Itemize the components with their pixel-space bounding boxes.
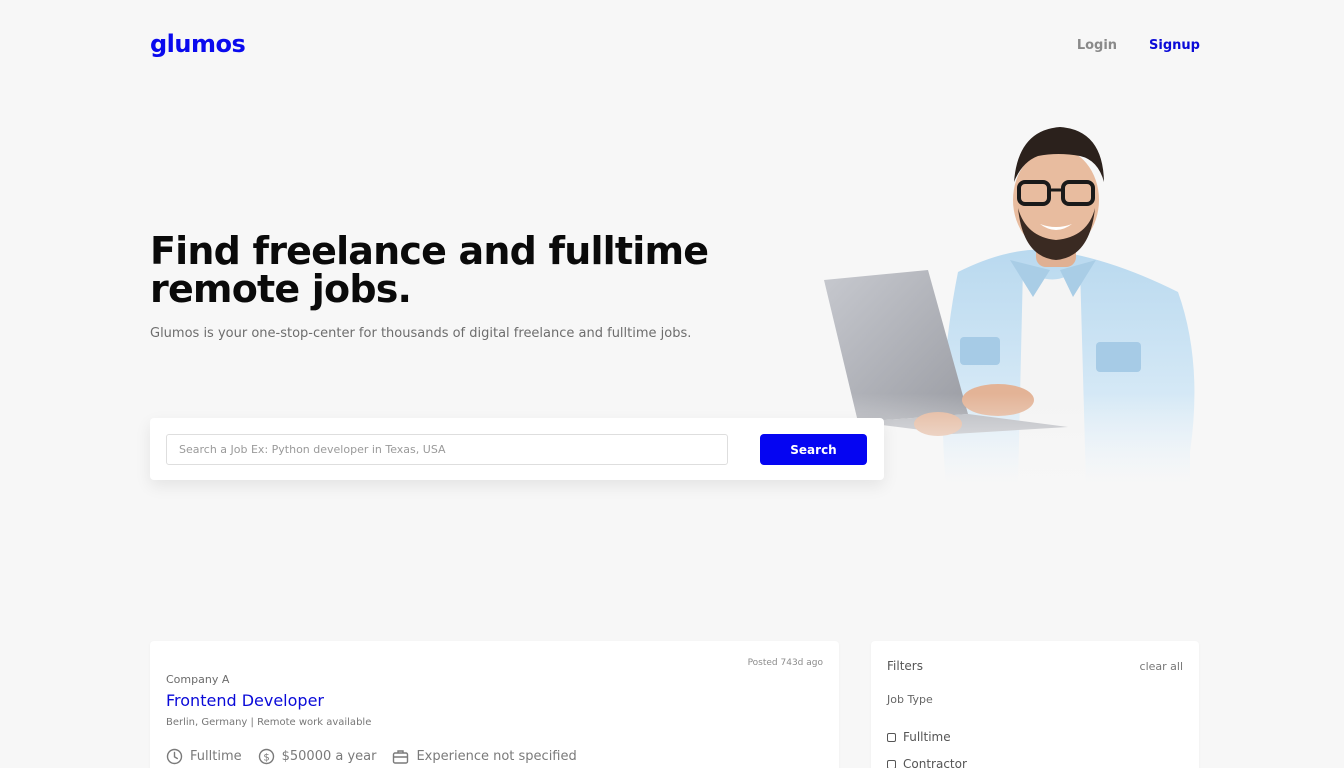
salary-text: $50000 a year [281,749,377,764]
hero-subtitle: Glumos is your one-stop-center for thous… [150,326,692,341]
search-card: Search [150,418,884,480]
job-type-label: Job Type [887,693,933,706]
svg-text:$: $ [263,752,269,763]
experience-text: Experience not specified [416,749,577,764]
contractor-checkbox[interactable] [887,759,896,768]
nav-links: Login Signup [1077,38,1200,53]
job-meta: Fulltime $ $50000 a year Experience not … [166,748,593,765]
filter-fulltime[interactable]: Fulltime [887,730,951,744]
hero-title: Find freelance and fulltime remote jobs. [150,232,770,308]
experience-meta: Experience not specified [392,748,577,765]
filters-panel: Filters clear all Job Type Fulltime Cont… [871,641,1199,768]
job-search-input[interactable] [166,434,728,465]
search-button[interactable]: Search [760,434,867,465]
posted-date: Posted 743d ago [747,658,823,668]
brand-logo[interactable]: glumos [150,30,246,58]
fulltime-label: Fulltime [903,730,951,744]
login-link[interactable]: Login [1077,38,1117,53]
filters-title: Filters [887,659,923,673]
job-type-text: Fulltime [190,749,242,764]
contractor-label: Contractor [903,757,967,768]
briefcase-icon [393,750,409,764]
job-type-meta: Fulltime [166,748,242,765]
dollar-icon: $ [258,748,274,765]
filter-contractor[interactable]: Contractor [887,757,967,768]
job-title-link[interactable]: Frontend Developer [166,691,324,710]
job-card[interactable]: Posted 743d ago Company A Frontend Devel… [150,641,839,768]
fulltime-checkbox[interactable] [887,732,896,742]
clock-icon [166,748,183,765]
clear-all-link[interactable]: clear all [1140,660,1183,673]
job-location: Berlin, Germany | Remote work available [166,717,372,728]
salary-meta: $ $50000 a year [258,748,377,765]
signup-link[interactable]: Signup [1149,38,1200,53]
hero-title-line-2: remote jobs. [150,267,412,311]
top-nav: glumos Login Signup [150,30,1200,64]
company-name: Company A [166,673,230,686]
